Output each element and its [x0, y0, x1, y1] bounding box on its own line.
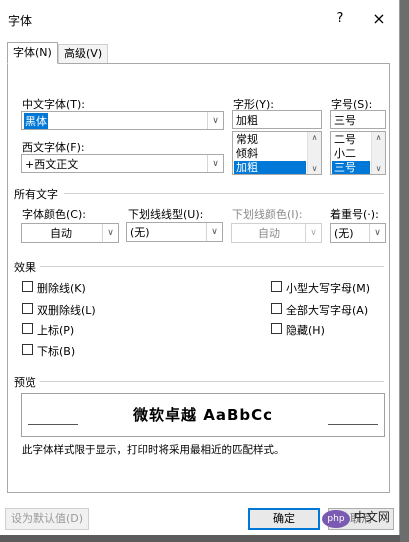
font-style-scrollbar[interactable]: ∧ ∨ [307, 132, 321, 174]
chevron-down-icon[interactable]: ∨ [305, 224, 321, 242]
ok-button[interactable]: 确定 [248, 508, 320, 530]
font-style-value: 加粗 [236, 114, 258, 127]
tab-font[interactable]: 字体(N) [7, 42, 58, 64]
preview-box: 微软卓越 AaBbCc [21, 393, 385, 437]
chevron-down-icon[interactable]: ∨ [207, 155, 223, 172]
subscript-label: 下标(B) [37, 345, 76, 358]
chinese-font-combobox[interactable]: 黑体 ∨ [21, 111, 224, 130]
western-font-label: 西文字体(F): [22, 141, 85, 154]
underline-color-value: 自动 [258, 227, 280, 240]
chinese-font-value: 黑体 [24, 113, 48, 129]
emphasis-mark-label: 着重号(·): [330, 208, 379, 221]
list-item[interactable]: 二号 [332, 133, 356, 146]
all-text-section-title: 所有文字 [14, 188, 58, 201]
all-caps-checkbox[interactable] [271, 303, 282, 314]
western-font-value: +西文正文 [25, 158, 79, 171]
chevron-up-icon[interactable]: ∧ [308, 133, 321, 142]
font-dialog: 字体 ? × 字体(N) 高级(V) 中文字体(T): 黑体 ∨ 西文字体(F)… [0, 0, 400, 542]
small-caps-checkbox[interactable] [271, 281, 282, 292]
subscript-checkbox[interactable] [22, 344, 33, 355]
font-style-input[interactable]: 加粗 [232, 110, 322, 129]
tab-advanced[interactable]: 高级(V) [58, 44, 109, 63]
divider [40, 266, 384, 267]
font-size-input[interactable]: 三号 [330, 110, 386, 129]
chinese-font-label: 中文字体(T): [22, 98, 86, 111]
underline-style-value: (无) [130, 226, 150, 239]
effects-section-title: 效果 [14, 261, 36, 274]
underline-style-label: 下划线线型(U): [128, 208, 204, 221]
double-strikethrough-label: 双删除线(L) [37, 304, 96, 317]
font-color-label: 字体颜色(C): [22, 208, 86, 221]
watermark-text: 中文网 [353, 510, 390, 524]
hidden-checkbox[interactable] [271, 323, 282, 334]
help-button[interactable]: ? [333, 11, 347, 26]
superscript-checkbox[interactable] [22, 323, 33, 334]
list-item-selected[interactable]: 加粗 [234, 161, 306, 174]
list-item-selected[interactable]: 三号 [332, 161, 370, 174]
underline-color-label: 下划线颜色(I): [232, 208, 303, 221]
chevron-down-icon[interactable]: ∨ [369, 224, 385, 242]
font-color-dropdown[interactable]: 自动 ∨ [21, 223, 119, 243]
chevron-down-icon[interactable]: ∨ [206, 223, 222, 241]
font-size-scrollbar[interactable]: ∧ ∨ [371, 132, 385, 174]
font-style-list[interactable]: 常规 倾斜 加粗 ∧ ∨ [232, 131, 322, 175]
background-strip [0, 535, 400, 542]
close-button[interactable]: × [371, 9, 387, 28]
chevron-up-icon[interactable]: ∧ [372, 133, 385, 142]
font-size-list[interactable]: 二号 小二 三号 ∧ ∨ [330, 131, 386, 175]
watermark: php 中文网 [322, 508, 402, 532]
strikethrough-label: 删除线(K) [37, 282, 86, 295]
watermark-logo-icon: php [322, 510, 350, 528]
font-size-value: 三号 [334, 114, 356, 127]
preview-note: 此字体样式限于显示，打印时将采用最相近的匹配样式。 [22, 444, 285, 456]
underline-color-dropdown[interactable]: 自动 ∨ [231, 223, 322, 243]
chevron-down-icon[interactable]: ∨ [102, 224, 118, 242]
dialog-title: 字体 [8, 14, 33, 28]
emphasis-mark-dropdown[interactable]: (无) ∨ [330, 223, 386, 243]
chevron-down-icon[interactable]: ∨ [372, 164, 385, 173]
small-caps-label: 小型大写字母(M) [286, 282, 371, 295]
preview-sample-text: 微软卓越 AaBbCc [132, 406, 274, 424]
chevron-down-icon[interactable]: ∨ [207, 112, 223, 129]
divider [64, 193, 384, 194]
tab-font-label: 字体(N) [13, 46, 52, 59]
list-item[interactable]: 倾斜 [234, 147, 258, 160]
superscript-label: 上标(P) [37, 324, 75, 337]
font-color-value: 自动 [50, 227, 72, 240]
divider [40, 381, 384, 382]
all-caps-label: 全部大写字母(A) [286, 304, 369, 317]
list-item[interactable]: 小二 [332, 147, 356, 160]
emphasis-mark-value: (无) [334, 227, 354, 240]
double-strikethrough-checkbox[interactable] [22, 303, 33, 314]
set-default-button[interactable]: 设为默认值(D) [5, 508, 89, 530]
underline-style-dropdown[interactable]: (无) ∨ [126, 222, 223, 242]
tab-advanced-label: 高级(V) [64, 47, 103, 60]
preview-baseline-right [328, 424, 378, 425]
preview-section-title: 预览 [14, 376, 36, 389]
title-bar: 字体 ? × [0, 0, 400, 38]
list-item[interactable]: 常规 [234, 133, 258, 146]
strikethrough-checkbox[interactable] [22, 281, 33, 292]
chevron-down-icon[interactable]: ∨ [308, 164, 321, 173]
western-font-combobox[interactable]: +西文正文 ∨ [21, 154, 224, 173]
hidden-label: 隐藏(H) [286, 324, 325, 337]
